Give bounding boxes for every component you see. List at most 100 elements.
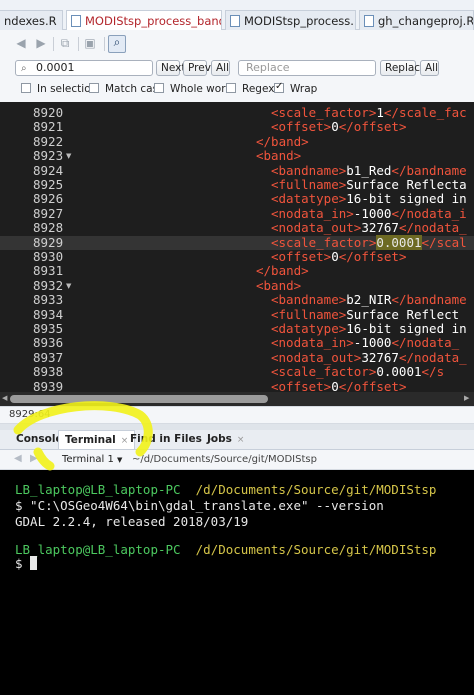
line-number: 8933	[33, 292, 64, 308]
forward-arrow-icon[interactable]: ▶	[34, 37, 48, 50]
checkbox-label: Whole word	[170, 83, 232, 95]
fold-arrow-icon[interactable]: ▼	[66, 279, 71, 293]
checkbox-box	[226, 83, 236, 93]
find-all-button[interactable]: All	[211, 60, 230, 76]
checkbox-box	[89, 83, 99, 93]
code-text: <scale_factor>0.0001</s	[271, 364, 444, 379]
scroll-left-icon[interactable]: ◀	[2, 394, 7, 402]
toolbar-divider	[104, 37, 105, 51]
code-text: <fullname>Surface Reflect	[271, 307, 459, 322]
next-button[interactable]: Next	[156, 60, 185, 76]
line-number: 8938	[33, 364, 64, 380]
code-line[interactable]: 8924 <bandname>b1_Red</bandname	[0, 163, 474, 178]
line-number: 8922	[33, 133, 64, 149]
code-line[interactable]: 8934 <fullname>Surface Reflect	[0, 307, 474, 322]
code-text: <nodata_in>-1000</nodata_i	[271, 205, 467, 221]
xml-tag: <offset>	[271, 249, 332, 264]
code-line[interactable]: 8930 <offset>0</offset>	[0, 249, 474, 264]
code-text: <scale_factor>0.0001</scal	[271, 234, 467, 250]
xml-tag: <nodata_in>	[271, 335, 354, 351]
line-number: 8930	[33, 249, 64, 264]
code-editor[interactable]: 8920 <scale_factor>1</scale_fac 8921 <offse…	[0, 102, 474, 406]
scroll-right-icon[interactable]: ▶	[464, 394, 469, 402]
code-line[interactable]: 8937 <nodata_out>32767</nodata_	[0, 350, 474, 365]
xml-content: 32767	[361, 220, 399, 236]
terminal-line: GDAL 2.2.4, released 2018/03/19	[15, 514, 248, 530]
code-text: <bandname>b1_Red</bandname	[271, 163, 467, 178]
checkbox-box	[154, 83, 164, 93]
file-tab-process-bands[interactable]: MODIStsp_process_bands.R*×	[66, 10, 222, 30]
xml-content: -1000	[353, 335, 392, 351]
xml-tag: </band>	[256, 263, 309, 279]
save-icon[interactable]: ▣	[83, 37, 97, 50]
code-text: <band>	[256, 278, 301, 293]
in-selection-checkbox[interactable]: In selection	[21, 83, 97, 95]
whole-word-checkbox[interactable]: Whole word	[154, 83, 232, 95]
xml-content: 0	[331, 119, 339, 135]
code-text: <nodata_out>32767</nodata_	[271, 350, 467, 365]
checkbox-box	[274, 81, 284, 93]
tab-label: Jobs	[207, 433, 232, 445]
replace-all-button[interactable]: All	[420, 60, 439, 76]
xml-content: Surface Reflecta	[346, 177, 467, 192]
code-line[interactable]: 8923 ▼ <band>	[0, 148, 474, 163]
replace-input[interactable]: Replace	[238, 60, 376, 76]
code-line[interactable]: 8935 <datatype>16-bit signed in	[0, 321, 474, 336]
forward-arrow-icon[interactable]: ▶	[30, 453, 38, 464]
code-line[interactable]: 8920 <scale_factor>1</scale_fac	[0, 105, 474, 120]
show-in-window-icon[interactable]: ⧉	[58, 37, 72, 50]
regex-checkbox[interactable]: Regex	[226, 83, 274, 95]
code-line[interactable]: 8932 ▼ <band>	[0, 278, 474, 293]
xml-tag: <datatype>	[271, 321, 347, 336]
line-number: 8935	[33, 321, 64, 336]
xml-tag: <nodata_in>	[271, 205, 354, 221]
terminal-line: LB_laptop@LB_laptop-PC /d/Documents/Sour…	[15, 482, 436, 498]
file-tab-indexes[interactable]: ndexes.R ×	[0, 10, 63, 30]
prev-button[interactable]: Prev	[183, 60, 211, 76]
code-text: <datatype>16-bit signed in	[271, 192, 467, 206]
xml-tag: <scale_factor>	[271, 105, 377, 120]
toolbar-divider	[53, 37, 54, 51]
xml-tag: <datatype>	[271, 191, 347, 207]
file-tab-process[interactable]: MODIStsp_process.R×	[225, 10, 356, 30]
code-line[interactable]: 8922 </band>	[0, 133, 474, 149]
code-line[interactable]: 8925 <fullname>Surface Reflecta	[0, 177, 474, 192]
tab-jobs[interactable]: Jobs ×	[201, 430, 250, 449]
code-line[interactable]: 8936 <nodata_in>-1000</nodata_	[0, 335, 474, 351]
replace-button[interactable]: Replace	[380, 60, 427, 76]
close-icon[interactable]: ×	[62, 17, 63, 28]
wrap-checkbox[interactable]: Wrap	[274, 81, 317, 95]
code-line[interactable]: 8926 <datatype>16-bit signed in	[0, 191, 474, 206]
find-replace-bar: ⌕ 0.0001 Next Prev All Replace Replace A…	[0, 58, 474, 103]
back-arrow-icon[interactable]: ◀	[14, 453, 22, 464]
code-text: <offset>0</offset>	[271, 249, 406, 264]
terminal-selector[interactable]: Terminal 1 ▼	[62, 454, 122, 465]
search-icon: ⌕	[21, 63, 27, 74]
find-input[interactable]: ⌕ 0.0001	[15, 60, 153, 76]
terminal-selector-label: Terminal 1	[62, 454, 114, 465]
code-line[interactable]: 8931 </band>	[0, 263, 474, 278]
code-line[interactable]: 8928 <nodata_out>32767</nodata_	[0, 220, 474, 236]
close-icon[interactable]: ×	[237, 435, 245, 445]
file-tab-changeproj[interactable]: gh_changeproj.R×	[359, 10, 474, 30]
fold-arrow-icon[interactable]: ▼	[66, 149, 71, 163]
code-line[interactable]: 8938 <scale_factor>0.0001</s	[0, 364, 474, 380]
find-replace-icon[interactable]: ⌕	[108, 35, 126, 53]
code-line[interactable]: 8933 <bandname>b2_NIR</bandname	[0, 292, 474, 308]
xml-tag: <fullname>	[271, 177, 347, 192]
line-number: 8921	[33, 119, 64, 135]
xml-tag: <bandname>	[271, 292, 347, 308]
code-text: <bandname>b2_NIR</bandname	[271, 292, 467, 308]
back-arrow-icon[interactable]: ◀	[14, 37, 28, 50]
prompt-path: /d/Documents/Source/git/MODIStsp	[195, 542, 437, 557]
xml-content: -1000	[353, 205, 392, 221]
xml-content: 1	[376, 105, 384, 120]
horizontal-scrollbar[interactable]: ◀ ▶	[0, 392, 474, 406]
code-text: </band>	[256, 264, 309, 278]
code-line[interactable]: 8921 <offset>0</offset>	[0, 119, 474, 135]
code-line[interactable]: 8929 <scale_factor>0.0001</scal	[0, 234, 474, 250]
scrollbar-thumb[interactable]	[10, 395, 268, 403]
xml-tag: </scale_fac	[383, 105, 467, 120]
terminal-output[interactable]: LB_laptop@LB_laptop-PC /d/Documents/Sour…	[0, 470, 474, 695]
code-line[interactable]: 8927 <nodata_in>-1000</nodata_i	[0, 205, 474, 221]
